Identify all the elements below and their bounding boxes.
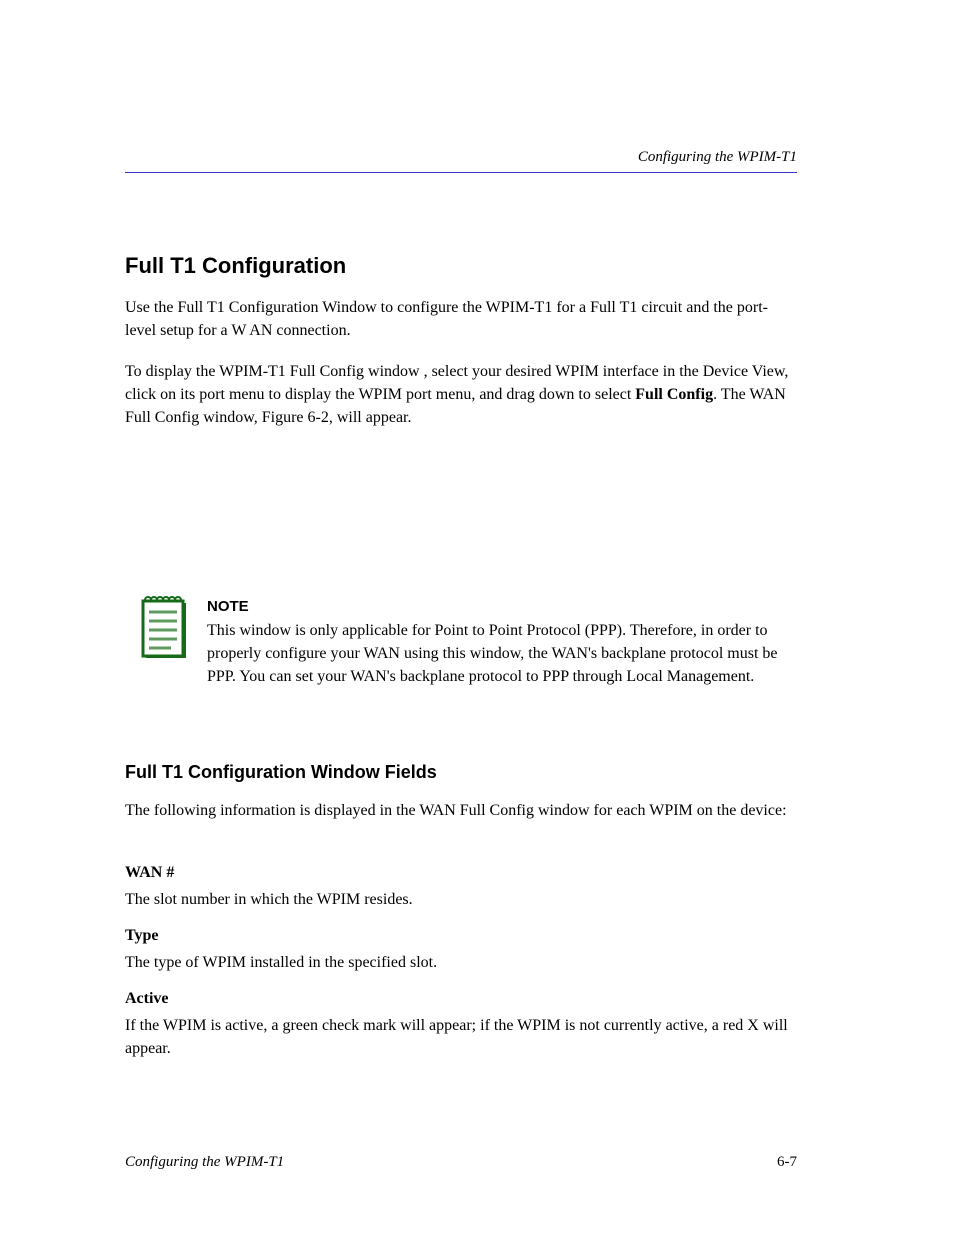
note-label: NOTE: [207, 598, 797, 615]
figure-link[interactable]: Figure 6-2: [262, 409, 329, 426]
menu-item-full-config: Full Config: [635, 386, 713, 403]
intro-link[interactable]: Full T1 Configuration Window: [177, 299, 376, 316]
section-heading: Full T1 Configuration: [125, 253, 346, 279]
subsection-heading: Full T1 Configuration Window Fields: [125, 762, 437, 783]
footer-left: Configuring the WPIM-T1: [125, 1154, 284, 1171]
field-active-label: Active: [125, 987, 797, 1010]
header-rule: [125, 172, 797, 173]
footer-page-number: 6-7: [777, 1154, 797, 1171]
subsection-intro: The following information is displayed i…: [125, 799, 797, 822]
figure-placeholder: [125, 446, 797, 556]
field-wan-label: WAN #: [125, 861, 797, 884]
intro-paragraph: Use the Full T1 Configuration Window to …: [125, 296, 797, 342]
field-type-text: The type of WPIM installed in the specif…: [125, 951, 797, 974]
field-type-label: Type: [125, 924, 797, 947]
note-icon: [141, 594, 187, 660]
paragraph-1: To display the WPIM-T1 Full Config windo…: [125, 360, 797, 430]
field-active-text: If the WPIM is active, a green check mar…: [125, 1014, 797, 1060]
note-body: This window is only applicable for Point…: [207, 619, 797, 689]
field-wan-text: The slot number in which the WPIM reside…: [125, 888, 797, 911]
running-header: Configuring the WPIM-T1: [638, 149, 797, 165]
